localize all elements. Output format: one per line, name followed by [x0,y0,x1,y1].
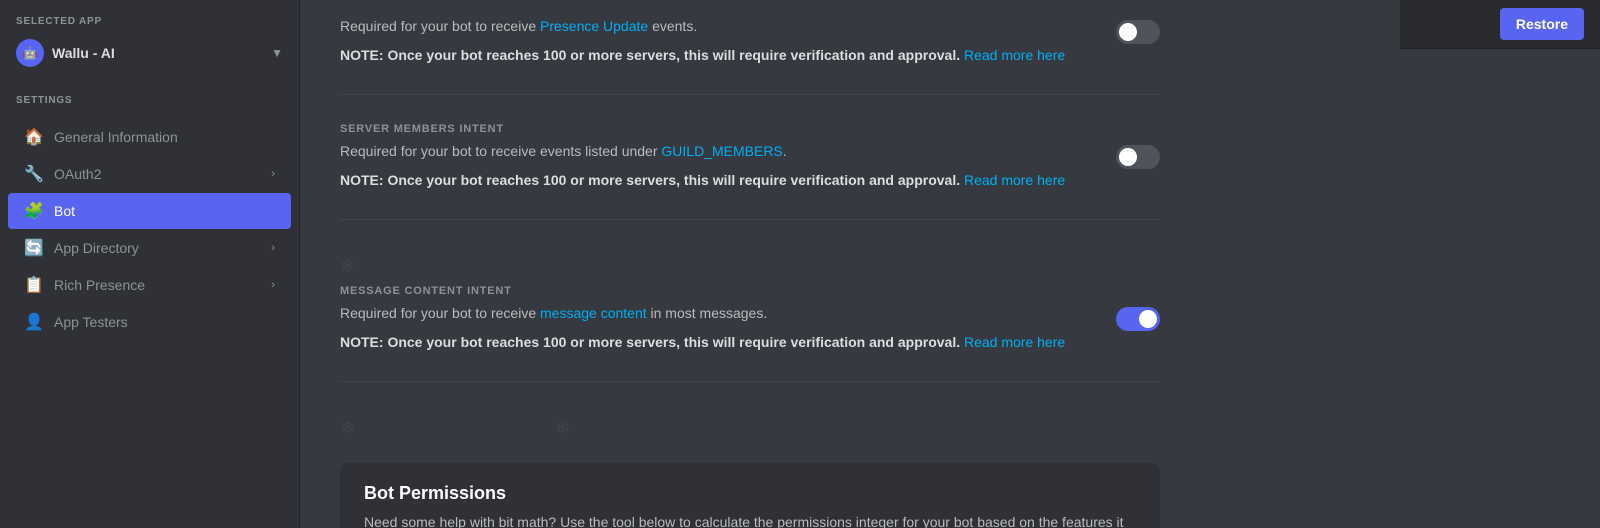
server-members-intent-section: SERVER MEMBERS INTENT Required for your … [340,123,1160,220]
puzzle-icon: 🧩 [24,201,44,221]
settings-section-label: SETTINGS [0,87,299,114]
sidebar-item-label: Rich Presence [54,277,261,293]
sidebar-item-label: App Directory [54,240,261,256]
restore-area: Restore [1400,0,1600,49]
person-icon: 👤 [24,312,44,332]
snowflakes-row: ❄ ❄ [340,410,1160,447]
message-content-note: NOTE: Once your bot reaches 100 or more … [340,332,1096,353]
chevron-right-icon: › [271,279,275,291]
server-members-note: NOTE: Once your bot reaches 100 or more … [340,170,1096,191]
app-selector-dropdown[interactable]: 🤖 Wallu - AI ▼ [16,35,283,71]
intent-content: Required for your bot to receive message… [340,303,1096,353]
intent-header-row: Required for your bot to receive events … [340,141,1160,191]
sidebar-item-rich-presence[interactable]: 📋 Rich Presence › [8,267,291,303]
sidebar-item-app-testers[interactable]: 👤 App Testers [8,304,291,340]
toggle-thumb [1139,310,1157,328]
bot-permissions-description: Need some help with bit math? Use the to… [364,512,1136,528]
chevron-right-icon: › [271,168,275,180]
server-members-toggle-container [1116,141,1160,169]
sidebar-item-oauth2[interactable]: 🔧 OAuth2 › [8,156,291,192]
intent-header-row: Required for your bot to receive message… [340,303,1160,353]
toggle-track-on [1116,307,1160,331]
message-content-toggle-container [1116,303,1160,331]
bot-permissions-title: Bot Permissions [364,483,1136,504]
sidebar-nav: 🏠 General Information 🔧 OAuth2 › 🧩 Bot 🔄… [0,118,299,341]
chevron-down-icon: ▼ [271,46,283,60]
presence-update-intent-section: Required for your bot to receive Presenc… [340,16,1160,95]
sidebar-item-bot[interactable]: 🧩 Bot [8,193,291,229]
sidebar-item-label: Bot [54,203,275,219]
intent-content: Required for your bot to receive Presenc… [340,16,1096,66]
document-icon: 📋 [24,275,44,295]
server-members-read-more-link[interactable]: Read more here [964,172,1065,188]
sidebar-item-label: OAuth2 [54,166,261,182]
presence-read-more-link[interactable]: Read more here [964,47,1065,63]
presence-intent-toggle[interactable] [1116,20,1160,44]
toggle-track [1116,20,1160,44]
main-content: Restore Required for your bot to receive… [300,0,1600,528]
selected-app-section: SELECTED APP 🤖 Wallu - AI ▼ [0,16,299,87]
message-content-description: Required for your bot to receive message… [340,303,1096,324]
content-inner: Required for your bot to receive Presenc… [300,0,1200,528]
app-icon: 🤖 [16,39,44,67]
snowflake-divider: ❄ [340,248,1160,285]
chevron-right-icon: › [271,242,275,254]
sidebar-item-app-directory[interactable]: 🔄 App Directory › [8,230,291,266]
bot-permissions-section: Bot Permissions Need some help with bit … [340,463,1160,528]
snowflake-icon-right: ❄ [555,418,570,439]
sidebar-item-label: General Information [54,129,275,145]
snowflake-icon: ❄ [340,256,355,277]
presence-description: Required for your bot to receive Presenc… [340,16,1096,37]
message-content-read-more-link[interactable]: Read more here [964,334,1065,350]
toggle-thumb [1119,23,1137,41]
sidebar-item-general-information[interactable]: 🏠 General Information [8,119,291,155]
intent-header-row: Required for your bot to receive Presenc… [340,16,1160,66]
message-content-intent-toggle[interactable] [1116,307,1160,331]
server-members-intent-toggle[interactable] [1116,145,1160,169]
wrench-icon: 🔧 [24,164,44,184]
server-members-intent-title: SERVER MEMBERS INTENT [340,123,1160,135]
compass-icon: 🔄 [24,238,44,258]
sidebar: SELECTED APP 🤖 Wallu - AI ▼ SETTINGS 🏠 G… [0,0,300,528]
guild-members-link[interactable]: GUILD_MEMBERS [661,143,782,159]
message-content-intent-section: MESSAGE CONTENT INTENT Required for your… [340,285,1160,382]
sidebar-item-label: App Testers [54,314,275,330]
message-content-link[interactable]: message content [540,305,647,321]
restore-button[interactable]: Restore [1500,8,1584,40]
presence-update-link[interactable]: Presence Update [540,18,648,34]
selected-app-label: SELECTED APP [16,16,283,27]
presence-note: NOTE: Once your bot reaches 100 or more … [340,45,1096,66]
snowflake-icon-left: ❄ [340,418,355,439]
app-name: Wallu - AI [52,45,263,61]
toggle-track [1116,145,1160,169]
intent-content: Required for your bot to receive events … [340,141,1096,191]
presence-toggle-container [1116,16,1160,44]
message-content-intent-title: MESSAGE CONTENT INTENT [340,285,1160,297]
home-icon: 🏠 [24,127,44,147]
toggle-thumb [1119,148,1137,166]
server-members-description: Required for your bot to receive events … [340,141,1096,162]
